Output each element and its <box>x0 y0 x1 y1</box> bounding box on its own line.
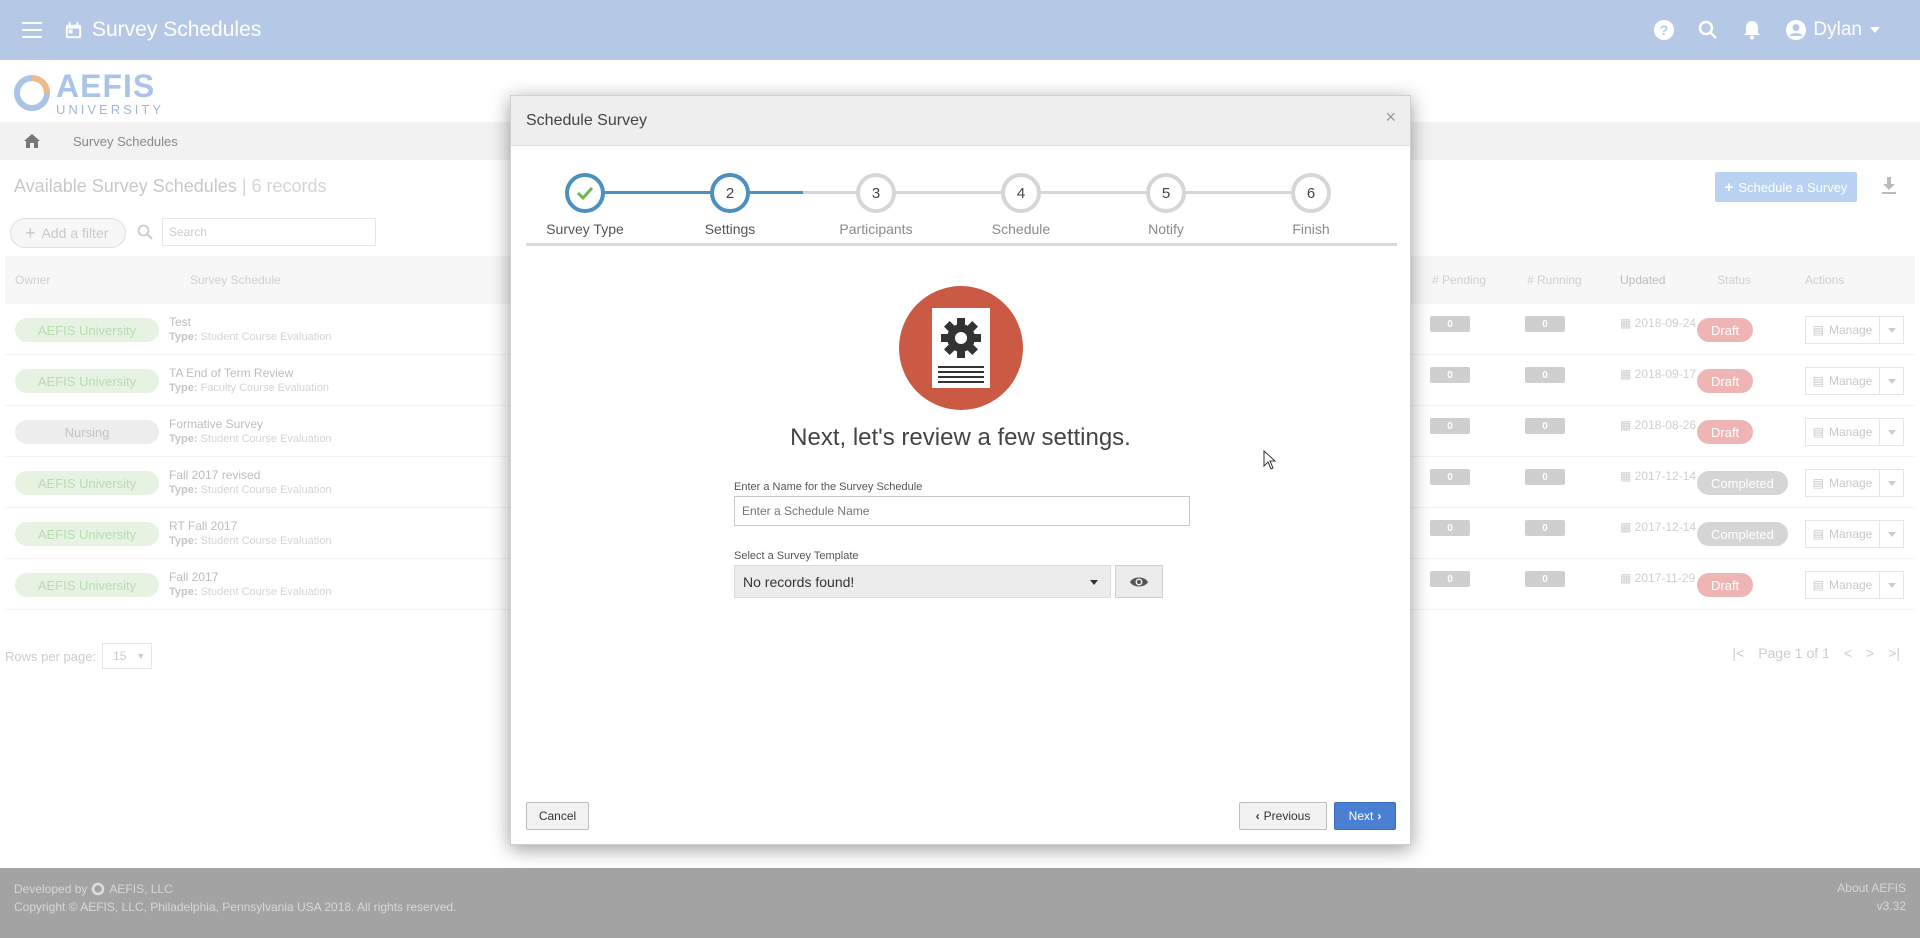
mouse-cursor-icon <box>1263 450 1277 470</box>
schedule-name-label: Enter a Name for the Survey Schedule <box>734 481 923 493</box>
settings-form: Enter a Name for the Survey Schedule Sel… <box>734 481 1190 598</box>
settings-document-icon <box>899 286 1023 410</box>
schedule-name-input[interactable] <box>734 496 1190 526</box>
step-participants[interactable]: 3 Participants <box>826 173 926 237</box>
step-circle: 2 <box>710 173 750 213</box>
step-circle: 4 <box>1001 173 1041 213</box>
step-schedule[interactable]: 4 Schedule <box>971 173 1071 237</box>
step-label: Notify <box>1148 221 1184 237</box>
step-finish[interactable]: 6 Finish <box>1261 173 1361 237</box>
check-icon <box>576 186 594 201</box>
modal-header: Schedule Survey × <box>511 96 1410 146</box>
gear-icon <box>938 318 984 383</box>
survey-template-label: Select a Survey Template <box>734 550 859 562</box>
schedule-survey-modal: Schedule Survey × Survey Type 2 Settings… <box>510 95 1411 845</box>
settings-headline: Next, let's review a few settings. <box>790 424 1131 451</box>
step-label: Schedule <box>991 221 1051 237</box>
chevron-right-icon: › <box>1377 809 1382 823</box>
cancel-button[interactable]: Cancel <box>526 802 589 830</box>
step-label: Survey Type <box>546 221 624 237</box>
step-circle: 5 <box>1146 173 1186 213</box>
step-circle: 3 <box>856 173 896 213</box>
step-label: Settings <box>704 221 756 237</box>
preview-template-button[interactable] <box>1115 565 1163 598</box>
step-label: Finish <box>1292 221 1330 237</box>
close-icon[interactable]: × <box>1385 107 1396 128</box>
previous-label: Previous <box>1263 809 1311 823</box>
next-button[interactable]: Next › <box>1334 802 1396 830</box>
eye-icon <box>1130 577 1148 586</box>
chevron-left-icon: ‹ <box>1255 809 1260 823</box>
step-label: Participants <box>839 221 913 237</box>
survey-template-select[interactable]: No records found! <box>734 565 1111 598</box>
next-label: Next <box>1348 809 1374 823</box>
step-notify[interactable]: 5 Notify <box>1116 173 1216 237</box>
chevron-down-icon <box>1090 580 1098 585</box>
step-circle <box>565 173 605 213</box>
survey-template-value: No records found! <box>743 573 855 590</box>
modal-title: Schedule Survey <box>526 112 647 129</box>
step-circle: 6 <box>1291 173 1331 213</box>
previous-button[interactable]: ‹ Previous <box>1239 802 1327 830</box>
step-settings[interactable]: 2 Settings <box>680 173 780 237</box>
step-survey-type[interactable]: Survey Type <box>535 173 635 237</box>
wizard-stepper: Survey Type 2 Settings 3 Participants 4 … <box>526 146 1397 246</box>
